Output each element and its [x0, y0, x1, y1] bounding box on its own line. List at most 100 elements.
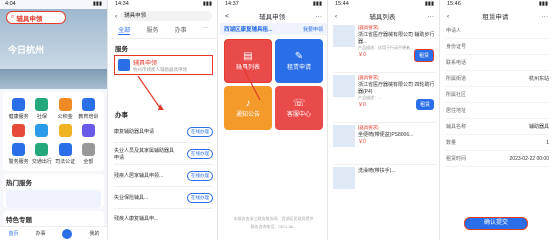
grid-label: 司法公证 [55, 159, 76, 165]
service-title: 辅具申领 [133, 60, 158, 67]
footer-text-1: 本服务由浙江政务服务网、西湖区民政局提供 [233, 216, 314, 221]
tab-more[interactable]: ··· [203, 25, 209, 35]
field-label: 申请人 [446, 28, 462, 34]
item-button[interactable]: 在线办理 [187, 170, 213, 181]
form-row[interactable]: 所属街道 杭州东站 [446, 71, 549, 87]
tab-center-icon[interactable] [62, 228, 73, 239]
more-icon[interactable]: ··· [427, 13, 434, 20]
tab-home[interactable]: 首页 [8, 230, 18, 237]
back-icon[interactable]: ‹ [447, 13, 449, 20]
tab-all[interactable]: 全部 [118, 25, 131, 35]
grid-item[interactable]: 健康服务 [7, 98, 30, 120]
grid-item[interactable]: 全部 [77, 143, 100, 165]
field-label: 租赁时间 [446, 156, 467, 162]
more-icon[interactable]: ··· [315, 13, 322, 20]
grid-item[interactable] [30, 124, 53, 139]
signal-icon: ▮▮▮ [92, 1, 102, 7]
product-name: 洗澡椅(带扶手)... [358, 168, 396, 174]
search-input[interactable]: 辅具申领 [120, 11, 212, 21]
item-name: 残疾人康复辅具申... [114, 215, 159, 222]
field-value[interactable]: 杭州东站 [529, 75, 549, 82]
back-icon[interactable]: ‹ [335, 13, 337, 20]
tab-affairs[interactable]: 办事 [35, 230, 45, 237]
grid-item[interactable]: 教育培训 [77, 98, 100, 120]
hot-section: 热门服务 [3, 174, 104, 208]
form-row[interactable]: 联系电话 [446, 55, 549, 71]
grid-item[interactable]: 公积金 [54, 98, 77, 120]
field-label: 所属街道 [446, 76, 467, 82]
grid-item[interactable]: 警务服务 [7, 143, 30, 165]
field-value[interactable]: 辅助器具 [529, 123, 549, 130]
submit-button[interactable]: 确认提交 [464, 217, 528, 230]
field-value[interactable]: 1 [546, 140, 549, 146]
product-card[interactable]: [器具要求] 坐便椅(带便盆)PS8006... ￥0 [333, 123, 436, 165]
field-value[interactable]: 2023-02-22 00:00 [510, 156, 549, 162]
tab-matter[interactable]: 办事 [175, 25, 187, 35]
grid-label: 社保 [36, 114, 47, 120]
rent-button[interactable]: 租赁 [413, 49, 434, 62]
service-subtitle: 杭州市残疾人辅助器具申领 [133, 66, 187, 72]
back-icon[interactable]: < [225, 13, 229, 20]
hot-card[interactable] [6, 190, 101, 208]
item-button[interactable]: 在线办理 [187, 148, 213, 159]
service-result-card[interactable]: 辅具申领 杭州市残疾人辅助器具申领 [114, 55, 213, 75]
form-row[interactable]: 数量 1 [446, 135, 549, 151]
list-item[interactable]: 康复辅助器具申请 在线办理 [114, 121, 213, 143]
status-bar: 14:34 ▮▮▮ [110, 0, 217, 9]
status-bar: 15:46 ▮▮▮ [442, 0, 553, 9]
tab-mine[interactable]: 我的 [89, 230, 99, 237]
signal-icon: ▮▮▮ [202, 1, 212, 7]
tab-service[interactable]: 服务 [146, 25, 158, 35]
status-time: 15:46 [447, 1, 461, 7]
grid-item[interactable] [77, 124, 100, 139]
product-name: 浙江省医疗器械有限公司 辅助步行器... [358, 32, 435, 45]
back-icon[interactable]: ‹ [115, 13, 117, 20]
list-item[interactable]: 残疾人康复辅具申... [114, 209, 213, 227]
form-row[interactable]: 所属社区 [446, 87, 549, 103]
product-image [333, 167, 355, 189]
grid-label: 交通出行 [31, 159, 52, 165]
field-label: 所属社区 [446, 92, 467, 98]
rent-button[interactable]: 租赁 [415, 99, 434, 110]
item-name: 失业人员及其家属辅助器具申请 [114, 147, 175, 161]
product-card[interactable]: [器具要求] 浙江省医疗器械有限公司 辅助步行器... 产品描述：适用于行动不便… [333, 23, 436, 73]
grid-icon [35, 124, 49, 137]
product-price: ￥0 [358, 139, 366, 145]
grid-item[interactable] [54, 124, 77, 139]
grid-icon [12, 124, 26, 137]
panel-search-results: 14:34 ▮▮▮ ‹ 辅具申领 全部 服务 办事 ··· 服务 辅具申领 杭州… [110, 0, 218, 240]
status-time: 4:04 [5, 1, 16, 7]
search-bar[interactable]: ⌕ 辅具申领 [6, 11, 66, 24]
item-button[interactable]: 在线办理 [187, 192, 213, 203]
form-row[interactable]: 申请人 [446, 23, 549, 39]
grid-icon [81, 98, 95, 111]
grid-item[interactable]: 社保 [30, 98, 53, 120]
product-card[interactable]: 洗澡椅(带扶手)... [333, 165, 436, 205]
grid-item[interactable]: 司法公证 [54, 143, 77, 165]
app-header-right[interactable]: 我要申领 [303, 26, 323, 33]
grid-item[interactable]: 交通出行 [30, 143, 53, 165]
form-row[interactable]: 居住地址 [446, 103, 549, 119]
item-button[interactable]: 在线办理 [187, 126, 213, 137]
grid-icon [35, 143, 49, 156]
grid-icon [12, 98, 26, 111]
grid-label: 公积金 [57, 114, 73, 120]
form-row[interactable]: 身份证号 [446, 39, 549, 55]
form-row[interactable]: 辅具名称 辅助器具 [446, 119, 549, 135]
list-item[interactable]: 失业人员及其家属辅助器具申请 在线办理 [114, 143, 213, 165]
page-title: 辅具申领 [259, 14, 286, 21]
field-label: 身份证号 [446, 44, 467, 50]
list-item[interactable]: 失业保险辅具... 在线办理 [114, 187, 213, 209]
grid-label: 全部 [83, 159, 94, 165]
status-bar: 15:44 ▮▮▮ [330, 0, 439, 9]
result-tabs: 全部 服务 办事 ··· [110, 23, 217, 39]
footer-text-2: 服务咨询电话：0571-88... [250, 224, 297, 229]
list-item[interactable]: 残疾人居家辅具申领... 在线办理 [114, 165, 213, 187]
form-row[interactable]: 租赁时间 2023-02-22 00:00 [446, 151, 549, 167]
product-name: 坐便椅(带便盆)PS8006... [358, 132, 414, 138]
grid-label: 健康服务 [8, 114, 29, 120]
grid-item[interactable] [7, 124, 30, 139]
more-icon[interactable]: ··· [541, 13, 548, 20]
status-time: 14:37 [225, 1, 239, 7]
product-card[interactable]: [器具要求] 浙江省医疗器械有限公司 四轮助行器(P4) 产品描述：... ￥0… [333, 73, 436, 123]
